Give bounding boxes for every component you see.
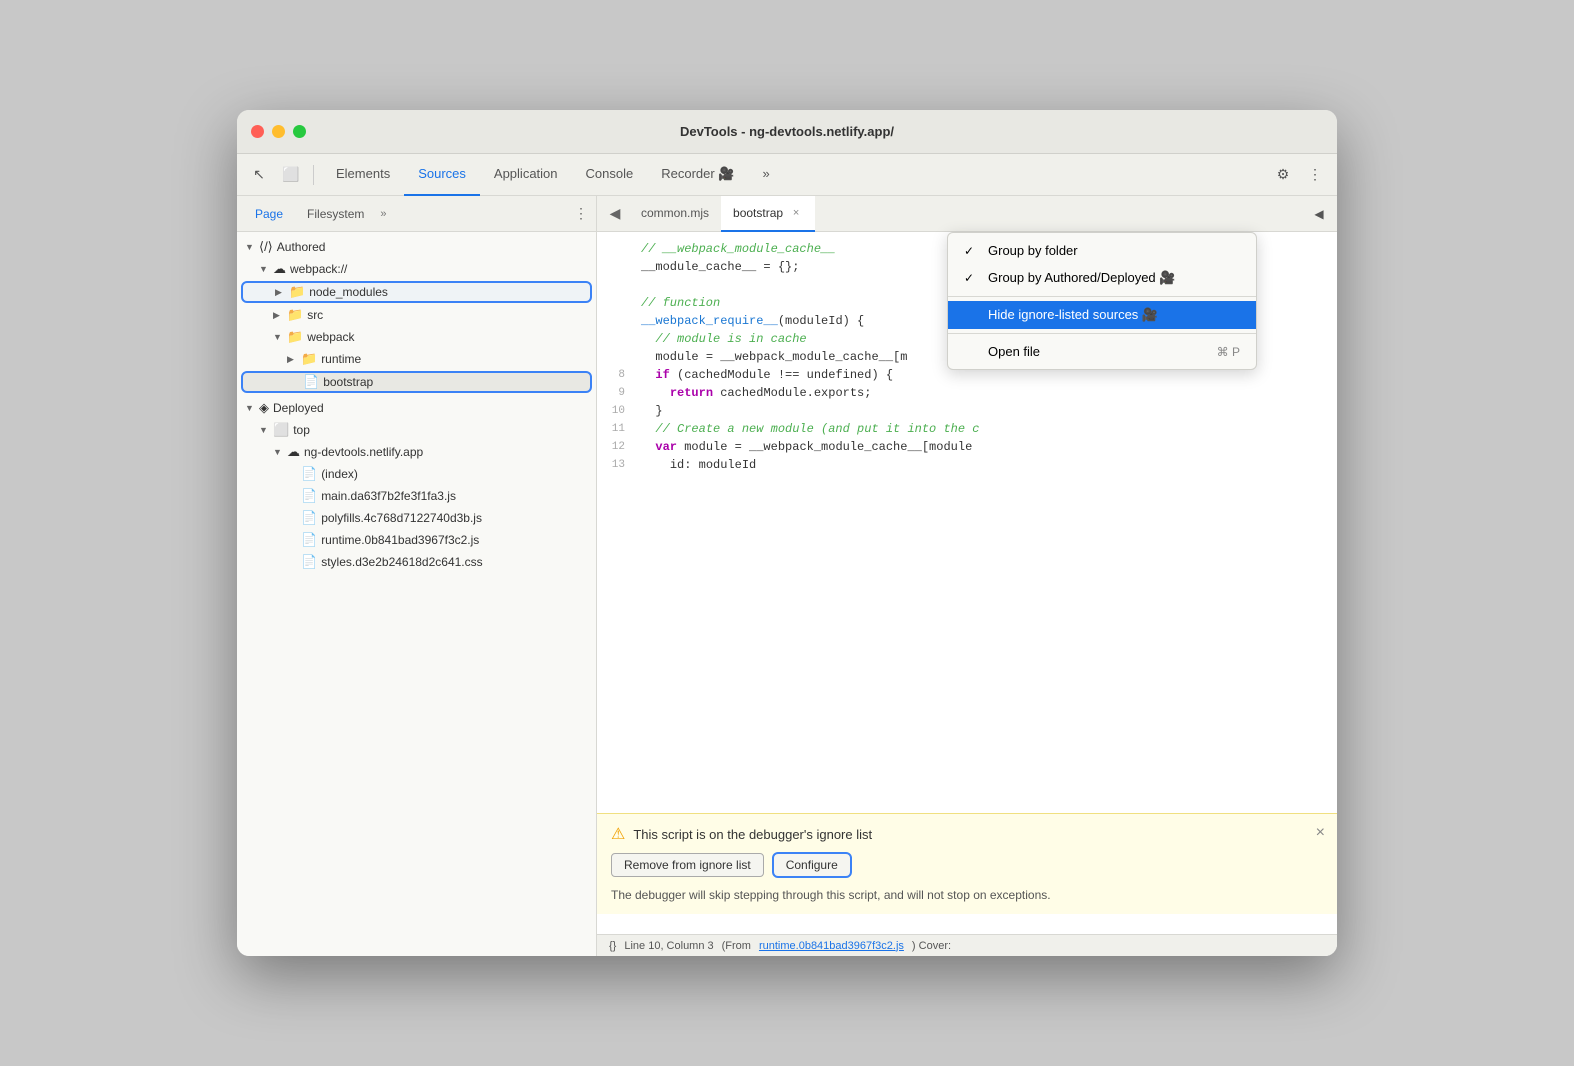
subtab-page[interactable]: Page xyxy=(245,196,293,232)
editor-tab-bootstrap[interactable]: bootstrap × xyxy=(721,196,815,232)
subtab-dots-icon[interactable]: ⋮ xyxy=(574,205,588,222)
tree-bootstrap[interactable]: 📄 bootstrap xyxy=(241,371,592,393)
tree-webpack-root[interactable]: ▼ ☁ webpack:// xyxy=(237,258,596,280)
title-bar: DevTools - ng-devtools.netlify.app/ xyxy=(237,110,1337,154)
tree-src[interactable]: ▶ 📁 src xyxy=(237,304,596,326)
banner-actions: Remove from ignore list Configure xyxy=(611,852,1323,878)
editor-tab-close-icon[interactable]: × xyxy=(789,206,803,220)
tab-more[interactable]: » xyxy=(748,154,783,196)
window-title: DevTools - ng-devtools.netlify.app/ xyxy=(680,124,894,139)
banner-title: ⚠ This script is on the debugger's ignor… xyxy=(611,824,1323,844)
tree-deployed[interactable]: ▼ ◈ Deployed xyxy=(237,397,596,419)
from-text: (From xyxy=(722,940,751,952)
editor-tabs-bar: ◀ common.mjs bootstrap × ◀ xyxy=(597,196,1337,232)
editor-back-icon[interactable]: ◀ xyxy=(601,200,629,228)
sub-tabs-bar: Page Filesystem » ⋮ xyxy=(237,196,596,232)
tab-sources[interactable]: Sources xyxy=(404,154,480,196)
editor-tabs-right: ◀ xyxy=(1305,200,1333,228)
tree-runtime-file[interactable]: 📄 runtime.0b841bad3967f3c2.js xyxy=(237,529,596,551)
menu-group-folder[interactable]: ✓ Group by folder xyxy=(948,237,1256,264)
menu-group-authored[interactable]: ✓ Group by Authored/Deployed 🎥 xyxy=(948,264,1256,292)
tab-recorder[interactable]: Recorder 🎥 xyxy=(647,154,748,196)
position-text: Line 10, Column 3 xyxy=(624,940,713,952)
tab-application[interactable]: Application xyxy=(480,154,572,196)
warning-icon: ⚠ xyxy=(611,824,625,844)
tree-authored[interactable]: ▼ ⟨/⟩ Authored xyxy=(237,236,596,258)
tree-polyfills[interactable]: 📄 polyfills.4c768d7122740d3b.js xyxy=(237,507,596,529)
code-line-10: 10 } xyxy=(597,402,1337,420)
configure-button[interactable]: Configure xyxy=(772,852,852,878)
main-tabs: Elements Sources Application Console Rec… xyxy=(322,154,784,195)
subtab-filesystem[interactable]: Filesystem xyxy=(297,196,374,232)
code-line-9: 9 return cachedModule.exports; xyxy=(597,384,1337,402)
left-panel: Page Filesystem » ⋮ ▼ ⟨/⟩ Authored ▼ xyxy=(237,196,597,956)
settings-icon[interactable]: ⚙ xyxy=(1269,161,1297,189)
code-line-12: 12 var module = __webpack_module_cache__… xyxy=(597,438,1337,456)
context-menu: ✓ Group by folder ✓ Group by Authored/De… xyxy=(947,232,1257,370)
tree-styles[interactable]: 📄 styles.d3e2b24618d2c641.css xyxy=(237,551,596,573)
cursor-icon[interactable]: ↖ xyxy=(245,161,273,189)
cover-text: ) Cover: xyxy=(912,940,951,952)
tree-main-js[interactable]: 📄 main.da63f7b2fe3f1fa3.js xyxy=(237,485,596,507)
editor-tab-common[interactable]: common.mjs xyxy=(629,196,721,232)
more-options-icon[interactable]: ⋮ xyxy=(1301,161,1329,189)
file-tree: ▼ ⟨/⟩ Authored ▼ ☁ webpack:// ▶ 📁 xyxy=(237,232,596,956)
devtools-body: Page Filesystem » ⋮ ▼ ⟨/⟩ Authored ▼ xyxy=(237,196,1337,956)
window-controls xyxy=(251,125,306,138)
toolbar-separator xyxy=(313,165,314,185)
menu-separator-2 xyxy=(948,333,1256,334)
menu-open-file[interactable]: Open file ⌘ P xyxy=(948,338,1256,365)
code-line-13: 13 id: moduleId xyxy=(597,456,1337,474)
devtools-toolbar: ↖ ⬜ Elements Sources Application Console… xyxy=(237,154,1337,196)
format-icon[interactable]: {} xyxy=(609,940,616,952)
tab-console[interactable]: Console xyxy=(572,154,648,196)
close-button[interactable] xyxy=(251,125,264,138)
banner-description: The debugger will skip stepping through … xyxy=(611,886,1323,904)
devtools-window: DevTools - ng-devtools.netlify.app/ ↖ ⬜ … xyxy=(237,110,1337,956)
collapse-panel-icon[interactable]: ◀ xyxy=(1305,200,1333,228)
toolbar-right: ⚙ ⋮ xyxy=(1269,161,1329,189)
device-icon[interactable]: ⬜ xyxy=(277,161,305,189)
remove-from-ignore-button[interactable]: Remove from ignore list xyxy=(611,853,764,877)
menu-separator xyxy=(948,296,1256,297)
minimize-button[interactable] xyxy=(272,125,285,138)
runtime-link[interactable]: runtime.0b841bad3967f3c2.js xyxy=(759,940,904,952)
tree-ng-devtools[interactable]: ▼ ☁ ng-devtools.netlify.app xyxy=(237,441,596,463)
tree-webpack-folder[interactable]: ▼ 📁 webpack xyxy=(237,326,596,348)
menu-hide-ignore[interactable]: Hide ignore-listed sources 🎥 xyxy=(948,301,1256,329)
banner-close-icon[interactable]: × xyxy=(1316,824,1325,842)
ignore-banner: × ⚠ This script is on the debugger's ign… xyxy=(597,813,1337,914)
tree-top[interactable]: ▼ ⬜ top xyxy=(237,419,596,441)
tab-elements[interactable]: Elements xyxy=(322,154,404,196)
maximize-button[interactable] xyxy=(293,125,306,138)
tree-index[interactable]: 📄 (index) xyxy=(237,463,596,485)
right-panel: ◀ common.mjs bootstrap × ◀ // __webpack_… xyxy=(597,196,1337,956)
status-bar: {} Line 10, Column 3 (From runtime.0b841… xyxy=(597,934,1337,956)
tree-node-modules[interactable]: ▶ 📁 node_modules xyxy=(241,281,592,303)
code-line-11: 11 // Create a new module (and put it in… xyxy=(597,420,1337,438)
tree-runtime[interactable]: ▶ 📁 runtime xyxy=(237,348,596,370)
subtab-more-icon[interactable]: » xyxy=(380,208,386,220)
